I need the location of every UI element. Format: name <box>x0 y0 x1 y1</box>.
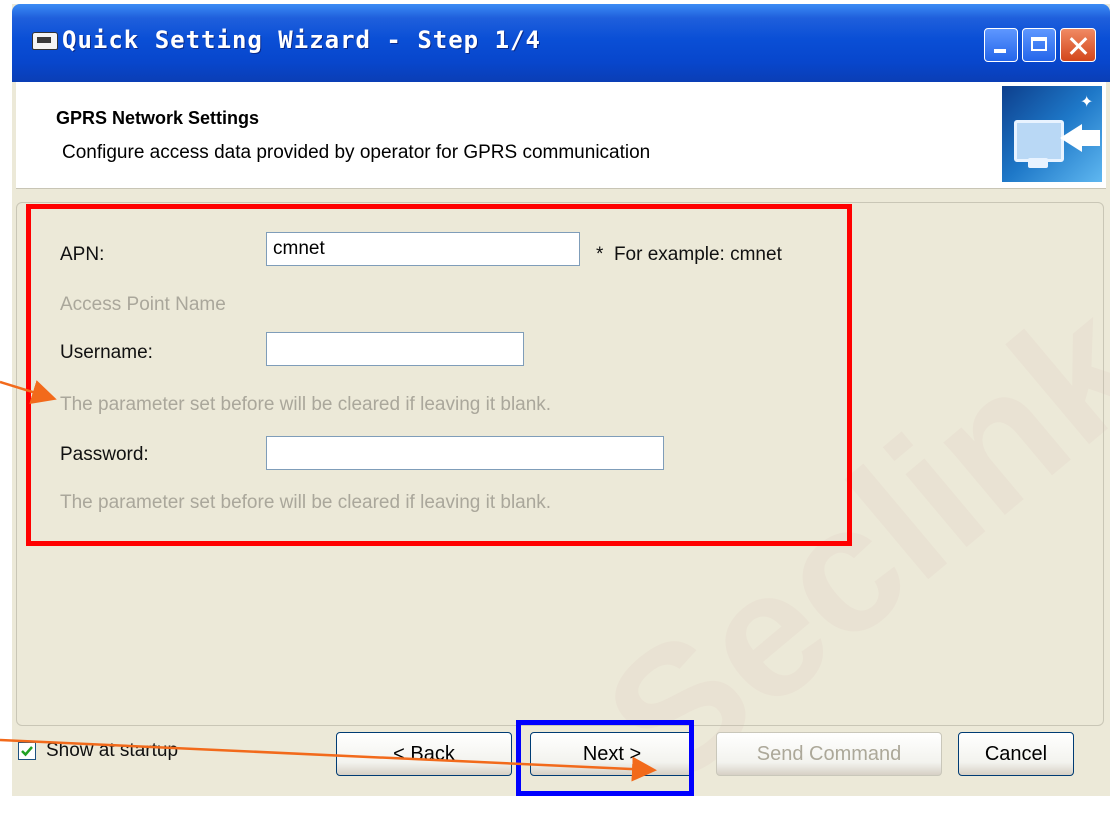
apn-label: APN: <box>60 244 105 265</box>
monitor-arrow-icon: ✦ <box>1002 86 1102 182</box>
password-input[interactable] <box>266 436 664 470</box>
password-hint: The parameter set before will be cleared… <box>60 492 552 513</box>
app-icon <box>32 32 58 50</box>
password-label: Password: <box>60 444 149 465</box>
cancel-button[interactable]: Cancel <box>958 732 1074 776</box>
page-subtitle: Configure access data provided by operat… <box>62 142 651 163</box>
page-title: GPRS Network Settings <box>56 108 260 128</box>
username-input[interactable] <box>266 332 524 366</box>
next-highlight-box <box>516 720 694 796</box>
show-at-startup-label: Show at startup <box>46 740 179 761</box>
wizard-header: GPRS Network Settings Configure access d… <box>16 82 1106 189</box>
username-hint: The parameter set before will be cleared… <box>60 394 552 415</box>
minimize-button[interactable] <box>984 28 1018 62</box>
show-at-startup-checkbox[interactable] <box>18 742 36 760</box>
window-title: Quick Setting Wizard - Step 1/4 <box>62 26 541 54</box>
apn-input[interactable] <box>266 232 580 266</box>
back-button[interactable]: < Back <box>336 732 512 776</box>
title-bar[interactable]: Quick Setting Wizard - Step 1/4 <box>12 4 1110 82</box>
checkmark-icon <box>21 746 33 757</box>
apn-example: * For example: cmnet <box>596 244 782 265</box>
maximize-button[interactable] <box>1022 28 1056 62</box>
send-command-button: Send Command <box>716 732 942 776</box>
username-label: Username: <box>60 342 153 363</box>
close-button[interactable] <box>1060 28 1096 62</box>
apn-hint: Access Point Name <box>60 294 226 315</box>
